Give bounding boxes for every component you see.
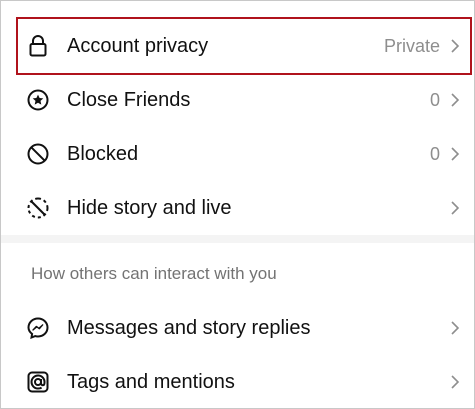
- account-privacy-row[interactable]: Account privacy Private: [1, 19, 474, 73]
- account-privacy-label: Account privacy: [67, 34, 209, 57]
- section-divider: [1, 235, 474, 243]
- close-friends-label: Close Friends: [67, 88, 191, 111]
- tags-mentions-label: Tags and mentions: [67, 370, 235, 393]
- chevron-right-icon: [450, 38, 460, 54]
- hide-story-label: Hide story and live: [67, 196, 232, 219]
- hide-story-row[interactable]: Hide story and live: [1, 181, 474, 235]
- lock-icon: [27, 35, 49, 57]
- blocked-icon: [27, 143, 49, 165]
- blocked-label: Blocked: [67, 142, 139, 165]
- chevron-right-icon: [450, 92, 460, 108]
- blocked-count: 0: [429, 143, 440, 164]
- chevron-right-icon: [450, 146, 460, 162]
- at-mention-icon: [27, 371, 49, 393]
- messages-label: Messages and story replies: [67, 316, 311, 339]
- hide-story-icon: [27, 197, 49, 219]
- chevron-right-icon: [450, 200, 460, 216]
- messages-row[interactable]: Messages and story replies: [1, 301, 474, 355]
- messenger-icon: [27, 317, 49, 339]
- settings-panel: Account privacy Private Close Friends 0 …: [0, 0, 475, 409]
- close-friends-count: 0: [429, 89, 440, 110]
- account-privacy-value: Private: [383, 35, 440, 56]
- close-friends-row[interactable]: Close Friends 0: [1, 73, 474, 127]
- chevron-right-icon: [450, 320, 460, 336]
- section-title: How others can interact with you: [31, 264, 277, 283]
- chevron-right-icon: [450, 374, 460, 390]
- star-circle-icon: [27, 89, 49, 111]
- blocked-row[interactable]: Blocked 0: [1, 127, 474, 181]
- tags-mentions-row[interactable]: Tags and mentions: [1, 355, 474, 408]
